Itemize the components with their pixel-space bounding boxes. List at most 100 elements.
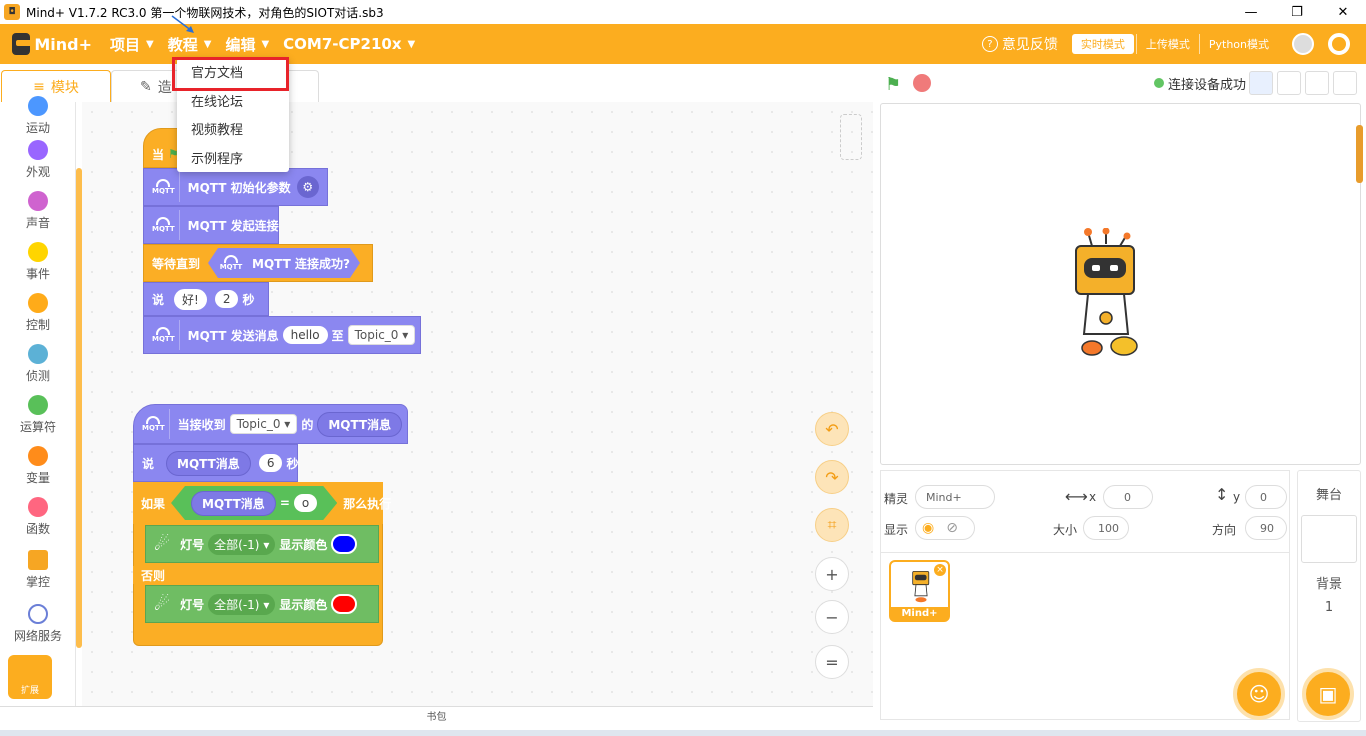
category-variables[interactable]: 变量 xyxy=(0,446,76,486)
os-taskbar xyxy=(0,730,1366,736)
feedback-button[interactable]: ? 意见反馈 xyxy=(981,34,1058,54)
eye-icon: ◉ xyxy=(922,520,935,536)
color-swatch-blue[interactable] xyxy=(331,534,358,554)
gear-icon[interactable]: ⚙ xyxy=(296,176,319,198)
category-sound[interactable]: 声音 xyxy=(0,191,76,231)
small-stage-layout-button[interactable] xyxy=(1249,71,1273,95)
size-input[interactable]: 100 xyxy=(1083,516,1129,540)
category-label: 变量 xyxy=(25,471,50,485)
category-control[interactable]: 控制 xyxy=(0,293,76,333)
topic-dropdown[interactable]: Topic_0 ▾ xyxy=(347,325,416,345)
sprite-card[interactable]: × Mind+ xyxy=(889,560,950,622)
redo-button[interactable]: ↷ xyxy=(815,460,849,494)
extension-button[interactable]: 扩展 xyxy=(8,655,52,699)
receive-topic-dropdown[interactable]: Topic_0 ▾ xyxy=(229,414,298,434)
extension-label: 扩展 xyxy=(20,686,39,696)
on-mqtt-receive-hat-block[interactable]: MQTT 当接收到 Topic_0 ▾ 的 MQTT消息 xyxy=(133,404,408,444)
realtime-mode-button[interactable]: 实时模式 xyxy=(1071,34,1134,54)
y-input[interactable]: 0 xyxy=(1245,485,1287,509)
menu-port[interactable]: COM7-CP210x ▼ xyxy=(283,24,415,64)
sprite-name-input[interactable]: Mind+ xyxy=(915,485,995,509)
maximize-button[interactable]: ❐ xyxy=(1274,5,1320,20)
fullscreen-button[interactable] xyxy=(1333,71,1357,95)
light-index-value: 全部(-1) xyxy=(214,597,260,612)
block-label: 至 xyxy=(331,328,344,343)
crop-button[interactable]: ⌗ xyxy=(815,508,849,542)
code-workspace[interactable]: 当 ⚑ MQTT MQTT 初始化参数 ⚙ MQTT MQTT 发起连接 等待直到… xyxy=(82,102,873,706)
stage-thumbnail[interactable] xyxy=(1301,515,1357,563)
set-light-red-block[interactable]: ☄ 灯号 全部(-1) ▾ 显示颜色 xyxy=(145,585,379,623)
light-index-dropdown[interactable]: 全部(-1) ▾ xyxy=(208,533,276,555)
show-visible-button[interactable]: ◉ ⊘ xyxy=(915,516,975,540)
x-input[interactable]: 0 xyxy=(1103,485,1153,509)
block-label: 秒 xyxy=(242,292,255,307)
block-category-palette: 运动 外观 声音 事件 控制 侦测 运算符 变量 函数 掌控 网络服务 xyxy=(0,96,76,706)
close-button[interactable]: ✕ xyxy=(1320,5,1366,20)
block-label: 说 xyxy=(142,456,155,471)
mqtt-message-reporter[interactable]: MQTT消息 xyxy=(317,411,403,437)
else-label: 否则 xyxy=(141,568,166,583)
menu-item-video-tutorials[interactable]: 视频教程 xyxy=(177,117,289,146)
user-avatar[interactable] xyxy=(1292,33,1314,55)
eye-off-icon[interactable]: ⊘ xyxy=(946,520,958,536)
brush-icon: ✎ xyxy=(140,78,152,95)
events-dot-icon xyxy=(28,242,48,262)
category-handpy[interactable]: 掌控 xyxy=(0,550,76,590)
say-text-input[interactable]: 好! xyxy=(174,288,207,310)
mqtt-message-reporter[interactable]: MQTT消息 xyxy=(166,450,251,476)
stop-icon[interactable] xyxy=(913,74,931,92)
menu-project[interactable]: 项目 ▼ xyxy=(110,24,154,64)
large-stage-layout-button[interactable] xyxy=(1305,71,1329,95)
upload-mode-button[interactable]: 上传模式 xyxy=(1135,34,1199,54)
say-block[interactable]: 说 好! 2 秒 xyxy=(143,282,269,316)
direction-input[interactable]: 90 xyxy=(1245,516,1287,540)
light-icon: ☄ xyxy=(154,593,171,615)
mind-plus-robot-sprite[interactable] xyxy=(1070,228,1142,362)
delete-sprite-icon[interactable]: × xyxy=(934,564,946,576)
settings-gear-icon[interactable] xyxy=(1328,33,1350,55)
normal-stage-layout-button[interactable] xyxy=(1277,71,1301,95)
say-secs-input[interactable]: 2 xyxy=(214,290,239,308)
block-label: 灯号 xyxy=(180,537,205,552)
minimize-button[interactable]: — xyxy=(1228,5,1274,20)
chevron-down-icon: ▼ xyxy=(261,38,270,50)
category-functions[interactable]: 函数 xyxy=(0,497,76,537)
stage-scrollbar[interactable] xyxy=(1356,125,1363,183)
add-sprite-cat-icon[interactable]: ☺ xyxy=(1233,668,1285,720)
color-swatch-red[interactable] xyxy=(331,594,358,614)
category-events[interactable]: 事件 xyxy=(0,242,76,282)
category-operators[interactable]: 运算符 xyxy=(0,395,76,435)
category-motion[interactable]: 运动 xyxy=(0,96,76,136)
compare-value-input[interactable]: o xyxy=(294,494,317,512)
python-mode-button[interactable]: Python模式 xyxy=(1198,34,1278,54)
zoom-in-button[interactable]: + xyxy=(815,557,849,591)
feedback-label: 意见反馈 xyxy=(1001,37,1058,53)
chevron-down-icon: ▼ xyxy=(146,38,154,50)
category-sensing[interactable]: 侦测 xyxy=(0,344,76,384)
category-network[interactable]: 网络服务 xyxy=(0,604,76,644)
mqtt-connected-reporter[interactable]: MQTT MQTT 连接成功? xyxy=(208,248,360,278)
undo-button[interactable]: ↶ xyxy=(815,412,849,446)
sprite-card-label: Mind+ xyxy=(891,607,948,620)
green-flag-icon[interactable]: ⚑ xyxy=(885,74,903,95)
light-index-dropdown[interactable]: 全部(-1) ▾ xyxy=(208,593,276,615)
menu-item-examples[interactable]: 示例程序 xyxy=(177,146,289,175)
send-message-input[interactable]: hello xyxy=(282,326,328,344)
say-secs-input[interactable]: 6 xyxy=(258,454,283,472)
mqtt-message-reporter[interactable]: MQTT消息 xyxy=(191,491,276,516)
wait-until-block[interactable]: 等待直到 MQTT MQTT 连接成功? xyxy=(143,244,373,282)
y-arrows-icon: ↕ xyxy=(1215,485,1229,504)
mind-plus-logo[interactable]: Mind+ xyxy=(0,24,92,64)
zoom-out-button[interactable]: − xyxy=(815,600,849,634)
mqtt-send-block[interactable]: MQTT MQTT 发送消息 hello 至 Topic_0 ▾ xyxy=(143,316,421,354)
mqtt-connect-block[interactable]: MQTT MQTT 发起连接 xyxy=(143,206,279,244)
menu-item-forum[interactable]: 在线论坛 xyxy=(177,89,289,118)
category-label: 运动 xyxy=(25,121,50,135)
set-light-blue-block[interactable]: ☄ 灯号 全部(-1) ▾ 显示颜色 xyxy=(145,525,379,563)
category-looks[interactable]: 外观 xyxy=(0,140,76,180)
zoom-reset-button[interactable]: = xyxy=(815,645,849,679)
say-message-block[interactable]: 说 MQTT消息 6 秒 xyxy=(133,444,298,482)
backpack-bar[interactable]: 书包 xyxy=(0,706,873,730)
add-backdrop-image-icon[interactable]: ▣ xyxy=(1302,668,1354,720)
equals-operator[interactable]: MQTT消息 = o xyxy=(171,486,337,520)
